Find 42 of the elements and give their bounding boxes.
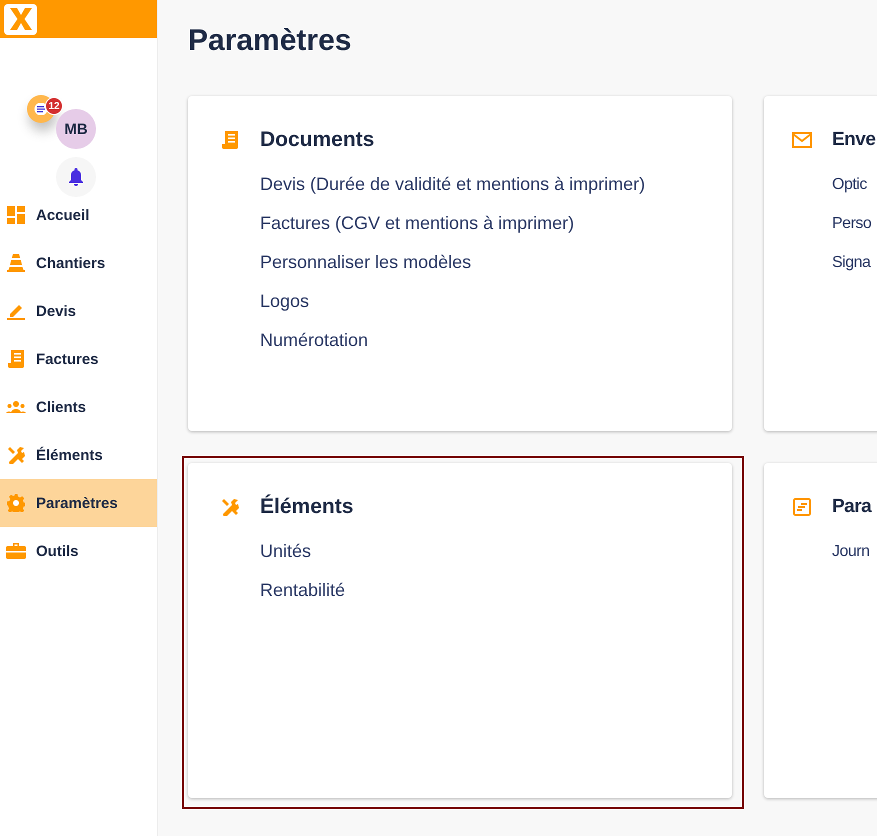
nav-item[interactable]: Chantiers: [0, 239, 157, 287]
settings-icon: [7, 494, 25, 512]
settings-link[interactable]: Optic: [832, 174, 877, 213]
settings-link[interactable]: Devis (Durée de validité et mentions à imprimer): [260, 174, 712, 213]
mail-icon: [792, 132, 812, 148]
traffic-cone-icon: [6, 254, 26, 272]
card-title: Documents: [260, 128, 374, 152]
notifications-button[interactable]: [56, 157, 96, 197]
nav-item[interactable]: Paramètres: [0, 479, 157, 527]
nav-item[interactable]: Devis: [0, 287, 157, 335]
receipt-icon: [222, 131, 238, 149]
settings-link[interactable]: Journ: [832, 541, 877, 580]
card-title: Para: [832, 496, 872, 518]
card-title: Enve: [832, 129, 876, 151]
chat-icon: [34, 103, 48, 115]
nav-item[interactable]: Outils: [0, 527, 157, 575]
user-avatar[interactable]: MB: [56, 109, 96, 149]
notification-count: 12: [45, 97, 63, 115]
toolbox-icon: [6, 543, 26, 559]
nav-item[interactable]: Éléments: [0, 431, 157, 479]
logo-icon: [8, 8, 32, 30]
card-title: Éléments: [260, 495, 354, 519]
tools-icon: [221, 498, 239, 516]
settings-link[interactable]: Personnaliser les modèles: [260, 252, 712, 291]
tools-icon: [7, 446, 25, 464]
settings-link[interactable]: Unités: [260, 541, 712, 580]
settings-link[interactable]: Perso: [832, 213, 877, 252]
nav-item[interactable]: Accueil: [0, 191, 157, 239]
bell-icon: [68, 168, 84, 186]
people-icon: [6, 401, 26, 413]
settings-link[interactable]: Rentabilité: [260, 580, 712, 619]
settings-link[interactable]: Logos: [260, 291, 712, 330]
receipt-icon: [8, 350, 24, 368]
settings-link[interactable]: Factures (CGV et mentions à imprimer): [260, 213, 712, 252]
nav-item[interactable]: Clients: [0, 383, 157, 431]
pencil-icon: [7, 302, 25, 320]
document-icon: [793, 498, 811, 516]
nav-item[interactable]: Factures: [0, 335, 157, 383]
page-title: Paramètres: [188, 23, 352, 59]
settings-link[interactable]: Numérotation: [260, 330, 712, 369]
dashboard-icon: [7, 206, 25, 224]
settings-link[interactable]: Signa: [832, 252, 877, 291]
